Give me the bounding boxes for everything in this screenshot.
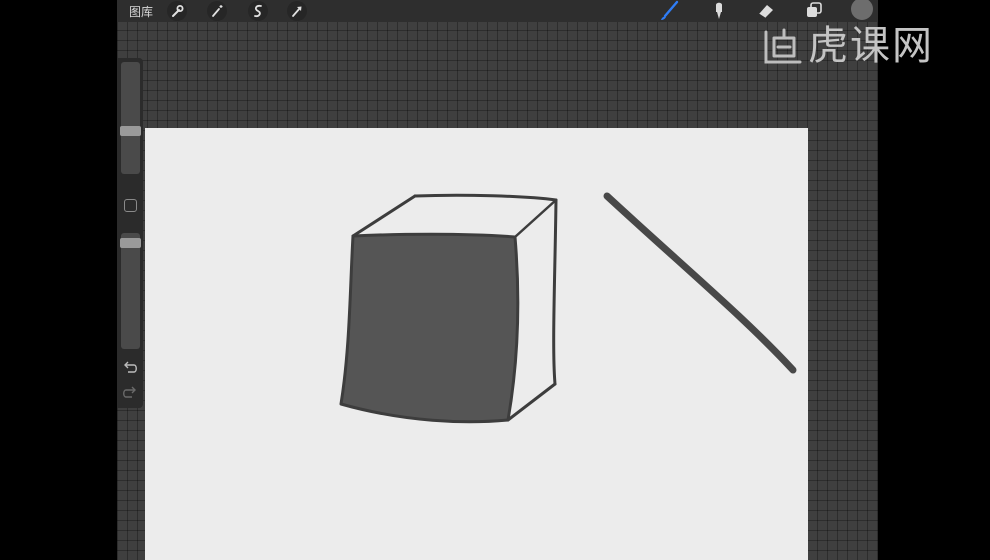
eraser-icon — [758, 5, 773, 19]
color-picker-button[interactable] — [851, 0, 873, 20]
smudge-tool-button[interactable] — [707, 0, 729, 22]
cube-top-right-edge — [513, 198, 558, 239]
eraser-tool-button[interactable] — [755, 0, 777, 22]
wrench-icon — [172, 5, 184, 17]
top-toolbar: 图库 — [117, 0, 878, 22]
actions-button[interactable] — [167, 1, 187, 21]
selection-s-icon — [254, 4, 262, 18]
cube-right-bottom-edge — [506, 382, 557, 422]
redo-icon[interactable] — [122, 386, 138, 400]
canvas-drawing — [339, 192, 797, 424]
transform-button[interactable] — [287, 1, 307, 21]
opacity-slider[interactable] — [121, 233, 140, 349]
watermark-text: 虎课网 — [808, 23, 934, 69]
diagonal-brush-stroke — [603, 192, 797, 374]
procreate-app: 图库 — [117, 0, 878, 560]
drawing-canvas[interactable] — [145, 128, 808, 560]
cube-top-back-edge — [413, 193, 558, 202]
left-sidebar — [117, 58, 143, 408]
cube-top-edge — [351, 194, 417, 238]
cube-right-back-edge — [552, 198, 558, 386]
arrow-transform-icon — [292, 6, 302, 17]
layers-icon — [807, 2, 822, 17]
brush-size-slider[interactable] — [121, 62, 140, 174]
brush-tool-button[interactable] — [658, 0, 680, 22]
gallery-button[interactable]: 图库 — [129, 3, 153, 20]
brush-icon — [661, 0, 679, 20]
opacity-handle[interactable] — [120, 238, 141, 249]
watermark: 虎课网 — [760, 22, 970, 72]
modify-button[interactable] — [124, 199, 137, 212]
cube-front-face — [339, 232, 520, 424]
selection-button[interactable] — [248, 1, 268, 21]
brush-size-handle[interactable] — [120, 126, 141, 137]
layers-button[interactable] — [803, 0, 825, 22]
undo-icon[interactable] — [122, 361, 138, 375]
magic-wand-icon — [212, 5, 223, 17]
smudge-icon — [716, 2, 722, 19]
adjustments-button[interactable] — [207, 1, 227, 21]
